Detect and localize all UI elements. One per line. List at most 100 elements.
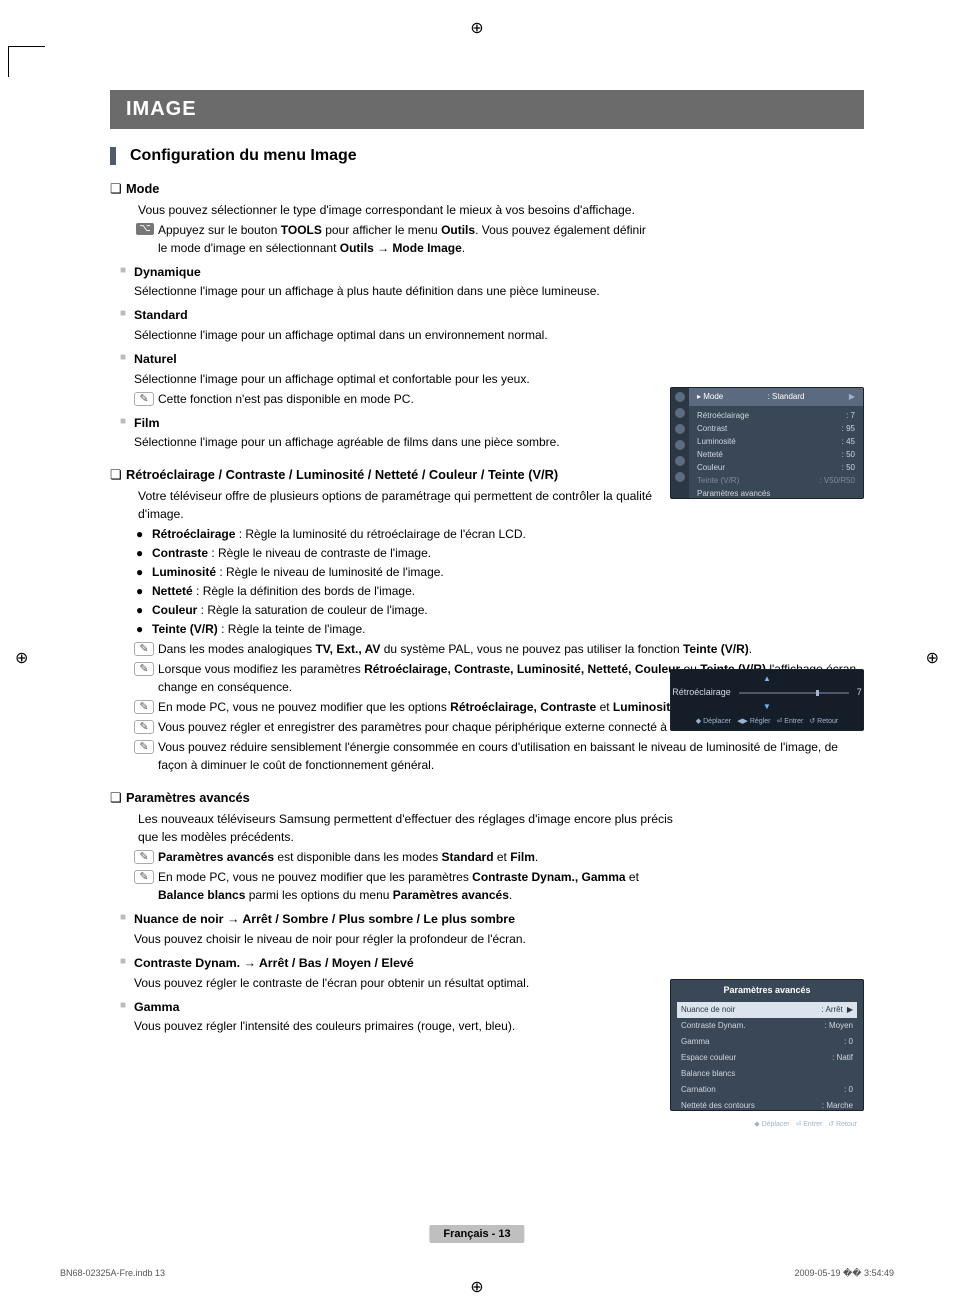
registration-mark-icon: ⊕ — [926, 648, 939, 668]
list-item: Teinte (V/R) : Règle la teinte de l'imag… — [152, 620, 366, 638]
subsection-title: Paramètres avancés — [126, 788, 250, 807]
paragraph: Votre téléviseur offre de plusieurs opti… — [138, 487, 678, 524]
note-icon: ✎ — [134, 740, 154, 754]
paragraph: Sélectionne l'image pour un affichage à … — [134, 282, 650, 300]
note-icon: ✎ — [134, 720, 154, 734]
osd-row-label: ▸ Mode — [697, 391, 723, 403]
bullet-square-small-icon: ■ — [120, 998, 134, 1014]
note-icon: ✎ — [134, 850, 154, 864]
bullet-square-small-icon: ■ — [120, 414, 134, 430]
list-item: Luminosité : Règle le niveau de luminosi… — [152, 563, 444, 581]
note-icon: ✎ — [134, 392, 154, 406]
osd-row-value: : 7 — [846, 410, 855, 422]
osd-row-value: : 95 — [842, 423, 855, 435]
osd-screenshot-mode: ▸ Mode : Standard ▶ Rétroéclairage: 7 Co… — [670, 387, 864, 499]
section-heading: Configuration du menu Image — [130, 147, 357, 165]
bullet-square-small-icon: ■ — [120, 350, 134, 366]
osd-hint: ◆ Déplacer — [696, 717, 731, 728]
note-text: Dans les modes analogiques TV, Ext., AV … — [158, 640, 752, 658]
paragraph: Les nouveaux téléviseurs Samsung permett… — [138, 810, 678, 847]
osd-row-value: : 45 — [842, 436, 855, 448]
osd-row-label: Gamma — [681, 1036, 709, 1048]
item-title: Nuance de noir → Arrêt / Sombre / Plus s… — [134, 910, 515, 929]
osd-hint: ◀▶ Régler — [737, 717, 770, 728]
crop-mark — [8, 46, 39, 77]
bullet-dot-icon: ● — [136, 582, 152, 600]
osd-row-value: : Moyen — [825, 1020, 853, 1032]
registration-mark-icon: ⊕ — [15, 648, 28, 668]
list-item: Netteté : Règle la définition des bords … — [152, 582, 415, 600]
osd-title: Paramètres avancés — [671, 980, 863, 1002]
registration-mark-icon: ⊕ — [470, 1277, 483, 1297]
osd-row-label: Espace couleur — [681, 1052, 736, 1064]
osd-row-label: Netteté — [697, 449, 723, 461]
osd-row-label: Netteté des contours — [681, 1100, 755, 1112]
section-title: IMAGE — [110, 90, 864, 129]
registration-mark-icon: ⊕ — [470, 18, 483, 38]
osd-slider-value: 7 — [857, 686, 862, 700]
note-icon: ✎ — [134, 662, 154, 676]
note-icon: ✎ — [134, 870, 154, 884]
osd-hint: ◆ Déplacer — [754, 1121, 789, 1128]
paragraph: Vous pouvez sélectionner le type d'image… — [138, 201, 650, 219]
osd-row-value: : Natif — [832, 1052, 853, 1064]
note-text: Cette fonction n'est pas disponible en m… — [158, 390, 414, 408]
paragraph: Sélectionne l'image pour un affichage ag… — [134, 433, 650, 451]
bullet-square-small-icon: ■ — [120, 306, 134, 322]
osd-row-label: Luminosité — [697, 436, 736, 448]
bullet-square-small-icon: ■ — [120, 910, 134, 926]
paragraph: Sélectionne l'image pour un affichage op… — [134, 370, 650, 388]
bullet-square-icon: ❏ — [110, 465, 126, 485]
osd-row-label: Couleur — [697, 462, 725, 474]
item-title: Gamma — [134, 998, 179, 1017]
print-job-left: BN68-02325A-Fre.indb 13 — [60, 1268, 165, 1279]
bullet-dot-icon: ● — [136, 563, 152, 581]
item-title: Naturel — [134, 350, 177, 369]
bullet-dot-icon: ● — [136, 620, 152, 638]
osd-row-value: : V50/R50 — [819, 475, 855, 487]
osd-row-value: : Standard — [768, 391, 805, 403]
osd-row-value: : 50 — [842, 462, 855, 474]
note-icon: ✎ — [134, 700, 154, 714]
note-text: En mode PC, vous ne pouvez modifier que … — [158, 868, 650, 904]
list-item: Couleur : Règle la saturation de couleur… — [152, 601, 428, 619]
osd-row-value: : Arrêt — [822, 1004, 843, 1016]
osd-row-label: Carnation — [681, 1084, 716, 1096]
osd-row-value: : 0 — [844, 1084, 853, 1096]
page-footer-badge: Français - 13 — [429, 1225, 524, 1243]
note-text: Vous pouvez réduire sensiblement l'énerg… — [158, 738, 864, 774]
osd-row-label: Nuance de noir — [681, 1004, 735, 1016]
osd-row-value: : Marche — [822, 1100, 853, 1112]
note-text: Paramètres avancés est disponible dans l… — [158, 848, 538, 866]
osd-screenshot-advanced: Paramètres avancés Nuance de noir : Arrêt… — [670, 979, 864, 1111]
osd-side-tabs — [671, 388, 689, 498]
osd-row-label: Contrast — [697, 423, 727, 435]
osd-hint: ⏎ Entrer — [795, 1121, 822, 1128]
subsection-title: Mode — [126, 179, 159, 198]
bullet-dot-icon: ● — [136, 525, 152, 543]
osd-row-value: : 50 — [842, 449, 855, 461]
osd-hint: ↺ Retour — [828, 1121, 857, 1128]
chevron-right-icon: ▶ — [847, 1004, 853, 1016]
bullet-dot-icon: ● — [136, 544, 152, 562]
osd-row-label: Paramètres avancés — [697, 488, 770, 500]
chevron-up-icon: ▲ — [763, 673, 771, 685]
print-job-right: 2009-05-19 �� 3:54:49 — [794, 1268, 894, 1279]
osd-screenshot-slider: ▲ Rétroéclairage 7 ▼ ◆ Déplacer ◀▶ Régle… — [670, 669, 864, 731]
osd-hint: ⏎ Entrer — [776, 717, 803, 728]
osd-row-label: Balance blancs — [681, 1068, 735, 1080]
osd-hint: ↺ Retour — [809, 717, 838, 728]
item-title: Standard — [134, 306, 188, 325]
subsection-title: Rétroéclairage / Contraste / Luminosité … — [126, 465, 558, 484]
bullet-square-icon: ❏ — [110, 179, 126, 199]
tools-icon: ⌥ — [136, 223, 154, 235]
note-text: En mode PC, vous ne pouvez modifier que … — [158, 698, 680, 716]
osd-row-value: : 0 — [844, 1036, 853, 1048]
bullet-square-small-icon: ■ — [120, 954, 134, 970]
osd-row-label: Teinte (V/R) — [697, 475, 739, 487]
osd-row-label: Rétroéclairage — [697, 410, 749, 422]
item-title: Film — [134, 414, 159, 433]
paragraph: Sélectionne l'image pour un affichage op… — [134, 326, 650, 344]
paragraph: Vous pouvez choisir le niveau de noir po… — [134, 930, 864, 948]
bullet-dot-icon: ● — [136, 601, 152, 619]
